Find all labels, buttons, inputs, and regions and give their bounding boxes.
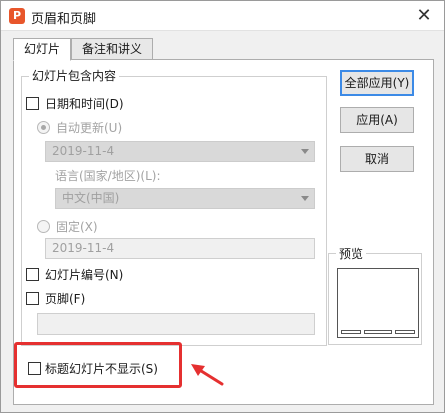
footer-text-input[interactable] [37,313,315,335]
datetime-checkbox[interactable] [26,97,39,110]
cancel-button[interactable]: 取消 [340,146,414,172]
wps-presentation-icon: P [9,8,25,24]
footer-checkbox[interactable] [26,292,39,305]
tab-slides[interactable]: 幻灯片 [13,38,71,61]
preview-title: 预览 [336,245,367,262]
footer-label[interactable]: 页脚(F) [45,290,85,307]
fixed-label[interactable]: 固定(X) [56,218,98,235]
chevron-down-icon [301,149,309,154]
title-bar: P 页眉和页脚 ✕ [1,1,444,31]
language-label: 语言(国家/地区)(L): [55,169,161,183]
chevron-down-icon [301,196,309,201]
preview-slide [337,268,419,338]
apply-all-button[interactable]: 全部应用(Y) [340,70,414,96]
preview-date-placeholder [341,330,361,334]
apply-button[interactable]: 应用(A) [340,107,414,133]
auto-update-label[interactable]: 自动更新(U) [56,119,122,136]
highlight-box [14,342,182,388]
close-icon[interactable]: ✕ [414,6,434,26]
annotation-arrow-icon [191,364,224,386]
datetime-label[interactable]: 日期和时间(D) [45,95,124,112]
language-value: 中文(中国) [62,191,120,205]
fixed-date-input[interactable]: 2019-11-4 [45,238,315,259]
preview-footer-placeholder [364,330,392,334]
fixed-radio[interactable] [37,220,50,233]
slide-content-group-title: 幻灯片包含内容 [29,67,120,84]
header-footer-dialog: P 页眉和页脚 ✕ 幻灯片 备注和讲义 幻灯片包含内容 日期和时间(D) 自动更… [0,0,445,413]
auto-update-radio[interactable] [37,121,50,134]
language-select[interactable]: 中文(中国) [55,188,315,209]
preview-number-placeholder [395,330,415,334]
slide-number-label[interactable]: 幻灯片编号(N) [45,266,123,283]
slide-number-checkbox[interactable] [26,268,39,281]
date-format-select[interactable]: 2019-11-4 [45,141,315,162]
date-format-value: 2019-11-4 [52,144,115,158]
tab-notes-handouts[interactable]: 备注和讲义 [71,38,153,60]
dialog-title: 页眉和页脚 [31,12,97,27]
